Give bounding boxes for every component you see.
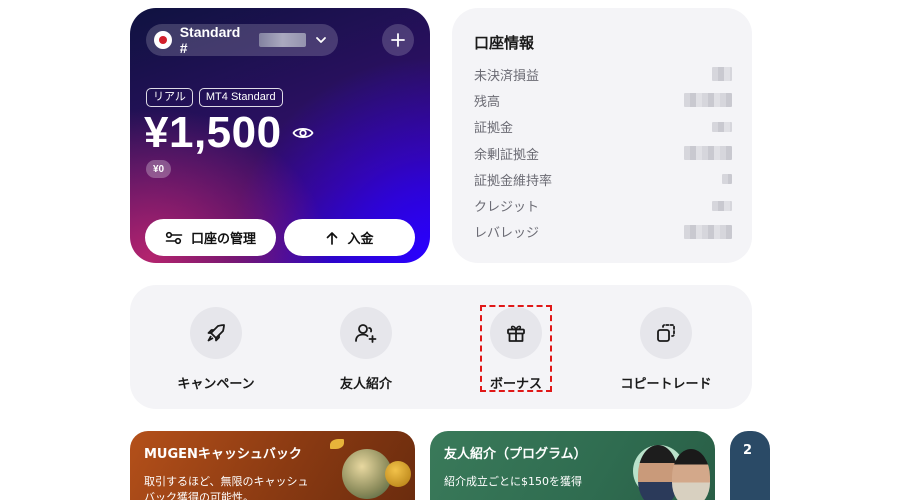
add-account-button[interactable] [382,24,414,56]
account-info-panel: 口座情報 未決済損益 残高 証拠金 余剰証拠金 証拠金維持率 クレジット レバレ… [452,8,752,263]
quick-actions-panel: キャンペーン 友人紹介 ボーナス コピートレード [130,285,752,409]
eye-icon[interactable] [292,125,314,141]
account-selector[interactable]: Standard # [146,24,338,56]
masked-value [684,146,732,161]
masked-value [684,93,732,108]
promo-title: 2 [743,443,753,458]
info-label: 証拠金維持率 [474,173,553,189]
masked-value [722,174,732,185]
promo-card-third[interactable]: 2 [730,431,770,500]
info-row-balance: 残高 [474,87,732,113]
promo-card-referral[interactable]: 友人紹介（プログラム） 紹介成立ごとに$150を獲得 [430,431,715,500]
bonus-highlight-box [480,305,552,392]
deposit-label: 入金 [347,232,374,247]
promo-card-cashback[interactable]: MUGENキャッシュバック 取引するほど、無限のキャッシュバック獲得の可能性。 [130,431,415,500]
info-label: レバレッジ [474,226,540,242]
info-row-free-margin: 余剰証拠金 [474,140,732,166]
info-row-credit: クレジット [474,192,732,218]
copy-trade-button[interactable]: コピートレード [611,307,721,392]
masked-value [712,121,732,132]
info-label: 残高 [474,94,501,110]
campaign-button[interactable]: キャンペーン [161,307,271,392]
account-info-title: 口座情報 [474,34,535,52]
info-label: 証拠金 [474,121,514,137]
info-row-unrealized-pl: 未決済損益 [474,61,732,87]
plus-icon [391,33,405,47]
chevron-down-icon [314,33,328,47]
user-plus-icon [340,307,392,359]
copy-trade-label: コピートレード [620,377,712,392]
manage-account-button[interactable]: 口座の管理 [145,219,276,256]
leaf-illustration [330,439,344,449]
masked-account-number [258,33,306,47]
account-name: Standard # [179,24,241,56]
info-label: 余剰証拠金 [474,147,540,163]
info-row-margin: 証拠金 [474,114,732,140]
masked-value [712,200,732,211]
settings-sliders-icon [165,231,183,244]
info-row-leverage: レバレッジ [474,219,732,245]
info-label: 未決済損益 [474,68,540,84]
copy-icon [640,307,692,359]
coin-illustration [385,461,411,487]
campaign-label: キャンペーン [177,377,255,392]
manage-account-label: 口座の管理 [190,232,256,247]
promo-title: MUGENキャッシュバック [144,447,302,462]
rocket-icon [190,307,242,359]
person-photo [672,449,710,500]
info-row-margin-level: 証拠金維持率 [474,166,732,192]
info-label: クレジット [474,200,540,216]
promo-text: 紹介成立ごとに$150を獲得 [444,475,582,488]
arrow-up-icon [327,231,338,245]
referral-label: 友人紹介 [339,377,392,392]
account-balance: ¥1,500 [144,108,282,157]
referral-button[interactable]: 友人紹介 [311,307,421,392]
account-tags: リアル MT4 Standard [146,88,283,107]
account-card: Standard # リアル MT4 Standard ¥1,500 ¥0 口座… [130,8,430,263]
promo-title: 友人紹介（プログラム） [444,447,587,462]
masked-value [712,67,732,82]
japan-flag-icon [154,31,172,49]
account-type-tag: リアル [146,88,193,107]
platform-tag: MT4 Standard [198,88,283,107]
promo-text: 取引するほど、無限のキャッシュバック獲得の可能性。 [144,475,309,500]
deposit-button[interactable]: 入金 [284,219,415,256]
masked-value [684,224,732,239]
sub-balance-badge: ¥0 [146,160,172,178]
